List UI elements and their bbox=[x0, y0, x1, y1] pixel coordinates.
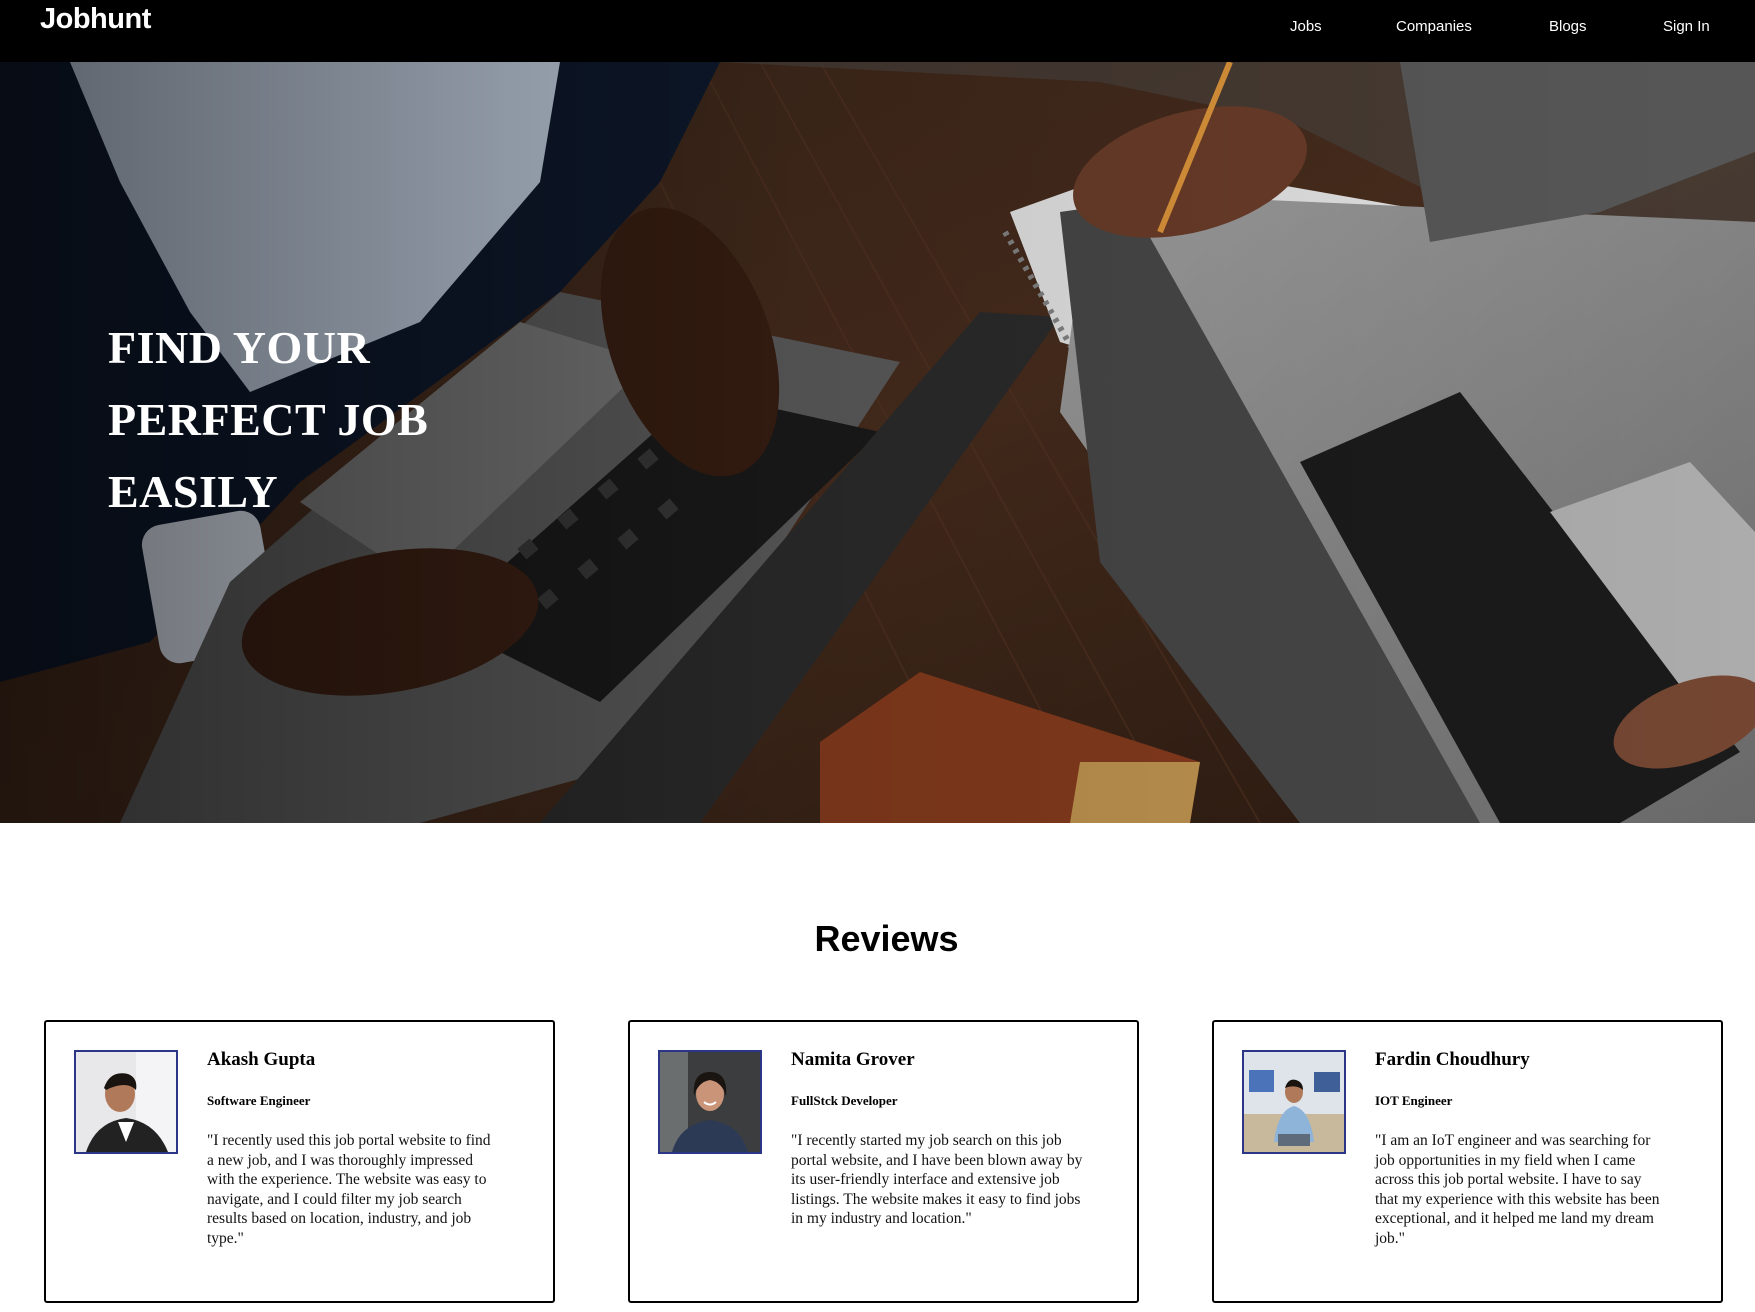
review-card: Akash Gupta Software Engineer "I recentl… bbox=[44, 1020, 555, 1303]
review-card: Fardin Choudhury IOT Engineer "I am an I… bbox=[1212, 1020, 1723, 1303]
review-quote: "I recently started my job search on thi… bbox=[791, 1132, 1083, 1227]
nav-link-jobs[interactable]: Jobs bbox=[1290, 18, 1322, 36]
avatar bbox=[1242, 1050, 1346, 1154]
hero-banner: FIND YOUR PERFECT JOB EASILY bbox=[0, 62, 1755, 823]
reviewer-name: Akash Gupta bbox=[207, 1049, 316, 1070]
reviewer-role: FullStck Developer bbox=[791, 1093, 898, 1108]
avatar bbox=[74, 1050, 178, 1154]
nav-link-blogs[interactable]: Blogs bbox=[1549, 18, 1587, 36]
hero-heading-line-1: FIND YOUR bbox=[108, 322, 371, 373]
reviewer-name: Fardin Choudhury bbox=[1375, 1049, 1530, 1070]
review-quote: "I recently used this job portal website… bbox=[207, 1132, 491, 1247]
hero-heading: FIND YOUR PERFECT JOB EASILY bbox=[108, 312, 428, 528]
reviewer-photo bbox=[76, 1052, 176, 1152]
hero-heading-line-3: EASILY bbox=[108, 466, 279, 517]
reviewer-role: IOT Engineer bbox=[1375, 1093, 1453, 1108]
review-quote: "I am an IoT engineer and was searching … bbox=[1375, 1132, 1660, 1247]
top-navbar: Jobhunt Jobs Companies Blogs Sign In bbox=[0, 0, 1755, 62]
nav-link-sign-in[interactable]: Sign In bbox=[1663, 18, 1710, 36]
reviewer-photo bbox=[1244, 1052, 1344, 1152]
review-card: Namita Grover FullStck Developer "I rece… bbox=[628, 1020, 1139, 1303]
brand-logo[interactable]: Jobhunt bbox=[40, 0, 151, 38]
reviewer-name: Namita Grover bbox=[791, 1049, 915, 1070]
avatar bbox=[658, 1050, 762, 1154]
hero-heading-line-2: PERFECT JOB bbox=[108, 394, 429, 445]
reviewer-role: Software Engineer bbox=[207, 1093, 311, 1108]
reviewer-photo bbox=[660, 1052, 760, 1152]
reviews-heading: Reviews bbox=[814, 918, 959, 959]
nav-link-companies[interactable]: Companies bbox=[1396, 18, 1472, 36]
